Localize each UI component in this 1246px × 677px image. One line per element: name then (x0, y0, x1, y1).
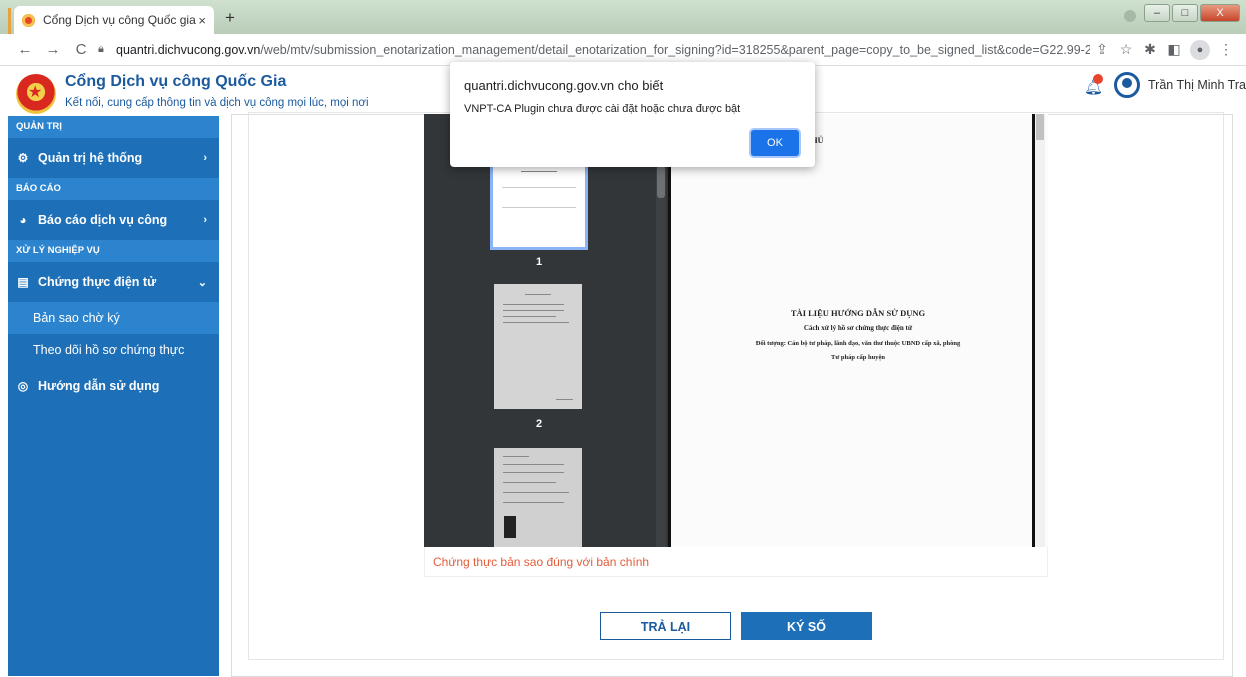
reload-icon[interactable]: C (70, 41, 92, 58)
doc-title: TÀI LIỆU HƯỚNG DẪN SỬ DỤNG (790, 308, 926, 318)
window-controls: – □ X (1142, 4, 1240, 22)
sidebar-item-guide[interactable]: ◎ Hướng dẫn sử dụng (8, 366, 219, 406)
tab-title: Cổng Dịch vụ công Quốc gia (43, 13, 196, 27)
dialog-title: quantri.dichvucong.gov.vn cho biết (464, 78, 664, 93)
help-icon: ◎ (17, 379, 29, 393)
url-domain: quantri.dichvucong.gov.vn (116, 42, 261, 57)
dialog-message: VNPT-CA Plugin chưa được cài đặt hoặc ch… (464, 103, 741, 115)
kebab-menu-icon[interactable]: ⋮ (1214, 41, 1238, 58)
page-number-2: 2 (535, 418, 543, 430)
back-arrow-icon[interactable]: ← (14, 41, 36, 58)
close-window-button[interactable]: X (1200, 4, 1240, 22)
bookmark-star-icon[interactable]: ☆ (1114, 41, 1138, 58)
pdf-viewer[interactable]: 1 2 ĂN PHÒNG (424, 114, 1048, 547)
profile-ghost-icon (1124, 10, 1136, 22)
caption-box: Chứng thực bản sao đúng với bản chính (424, 547, 1048, 577)
site-title[interactable]: Cổng Dịch vụ công Quốc Gia (65, 73, 286, 91)
new-tab-button[interactable]: + (220, 8, 240, 28)
minimize-button[interactable]: – (1144, 4, 1170, 22)
url-path: /web/mtv/submission_enotarization_manage… (260, 42, 1090, 57)
user-avatar-icon[interactable] (1114, 72, 1140, 98)
sidebar-item-admin[interactable]: ⚙ Quản trị hệ thống › (8, 138, 219, 178)
sidebar-item-label: Chứng thực điện tử (38, 275, 157, 289)
sidebar-item-label: Quản trị hệ thống (38, 151, 143, 165)
address-bar-actions: ⇪ ☆ ✱ ◧ ● ⋮ (1090, 39, 1246, 60)
sidepanel-icon[interactable]: ◧ (1162, 41, 1186, 58)
tab-close-icon[interactable]: × (198, 13, 206, 28)
page-scroll-thumb[interactable] (1036, 114, 1044, 140)
notification-badge (1093, 74, 1103, 84)
dialog-ok-button[interactable]: OK (751, 130, 799, 156)
thumbnail-scrollbar[interactable] (656, 114, 666, 547)
sidebar-section-processing: XỬ LÝ NGHIỆP VỤ (8, 240, 219, 262)
sidebar-item-label: Báo cáo dịch vụ công (38, 213, 168, 227)
chevron-down-icon: ⌄ (197, 276, 207, 289)
sidebar-item-track[interactable]: Theo dõi hồ sơ chứng thực (8, 334, 219, 366)
chevron-right-icon: › (203, 214, 207, 226)
doc-line-1: Cách xử lý hồ sơ chứng thực điện tử (803, 324, 913, 332)
user-name[interactable]: Trần Thị Minh Trang (1148, 78, 1246, 92)
site-subtitle: Kết nối, cung cấp thông tin và dịch vụ c… (65, 97, 369, 109)
main-content: 1 2 ĂN PHÒNG (219, 112, 1246, 677)
site-favicon-icon (22, 13, 35, 27)
chevron-right-icon: › (203, 152, 207, 164)
national-emblem-logo[interactable] (16, 74, 56, 114)
sidebar-item-label: Hướng dẫn sử dụng (38, 379, 160, 393)
browser-tabbar: Cổng Dịch vụ công Quốc gia × + – □ X (0, 0, 1246, 34)
sidebar-item-copy-waiting[interactable]: Bản sao chờ ký (8, 302, 219, 334)
extensions-icon[interactable]: ✱ (1138, 41, 1162, 58)
sidebar: QUẢN TRỊ ⚙ Quản trị hệ thống › BÁO CÁO ◕… (8, 116, 219, 676)
document-icon: ▤ (17, 275, 29, 289)
sidebar-section-report: BÁO CÁO (8, 178, 219, 200)
return-button[interactable]: TRẢ LẠI (600, 612, 731, 640)
page-view[interactable]: ĂN PHÒNG CHÍNH PHỦ TÀI LIỆU HƯỚNG DẪN SỬ… (668, 114, 1048, 547)
thumbnail-panel[interactable]: 1 2 (424, 114, 668, 547)
page-number-1: 1 (535, 256, 543, 268)
alert-dialog: quantri.dichvucong.gov.vn cho biết VNPT-… (450, 62, 815, 167)
page-thumbnail-3[interactable] (494, 448, 582, 547)
digital-sign-button[interactable]: KÝ SỐ (741, 612, 872, 640)
doc-line-2: Đối tượng: Cán bộ tư pháp, lãnh đạo, văn… (755, 340, 961, 347)
thumbnail-scroll-thumb[interactable] (657, 166, 665, 198)
maximize-button[interactable]: □ (1172, 4, 1198, 22)
doc-line-3: Tư pháp cấp huyện (831, 354, 885, 361)
sidebar-item-report[interactable]: ◕ Báo cáo dịch vụ công › (8, 200, 219, 240)
pie-chart-icon: ◕ (19, 213, 27, 227)
browser-tab[interactable]: Cổng Dịch vụ công Quốc gia × (14, 6, 214, 34)
profile-icon[interactable]: ● (1190, 39, 1210, 60)
share-icon[interactable]: ⇪ (1090, 41, 1114, 58)
sidebar-item-digital-cert[interactable]: ▤ Chứng thực điện tử ⌄ (8, 262, 219, 302)
gears-icon: ⚙ (17, 151, 29, 165)
certification-caption: Chứng thực bản sao đúng với bản chính (433, 555, 650, 569)
lock-icon[interactable]: 🔒︎ (98, 43, 110, 56)
forward-arrow-icon[interactable]: → (42, 41, 64, 58)
url-field[interactable]: quantri.dichvucong.gov.vn/web/mtv/submis… (116, 43, 1090, 57)
page-thumbnail-2[interactable] (494, 284, 582, 409)
page-scrollbar[interactable] (1035, 114, 1045, 547)
tabbar-edge (8, 8, 11, 34)
sidebar-section-admin: QUẢN TRỊ (8, 116, 219, 138)
